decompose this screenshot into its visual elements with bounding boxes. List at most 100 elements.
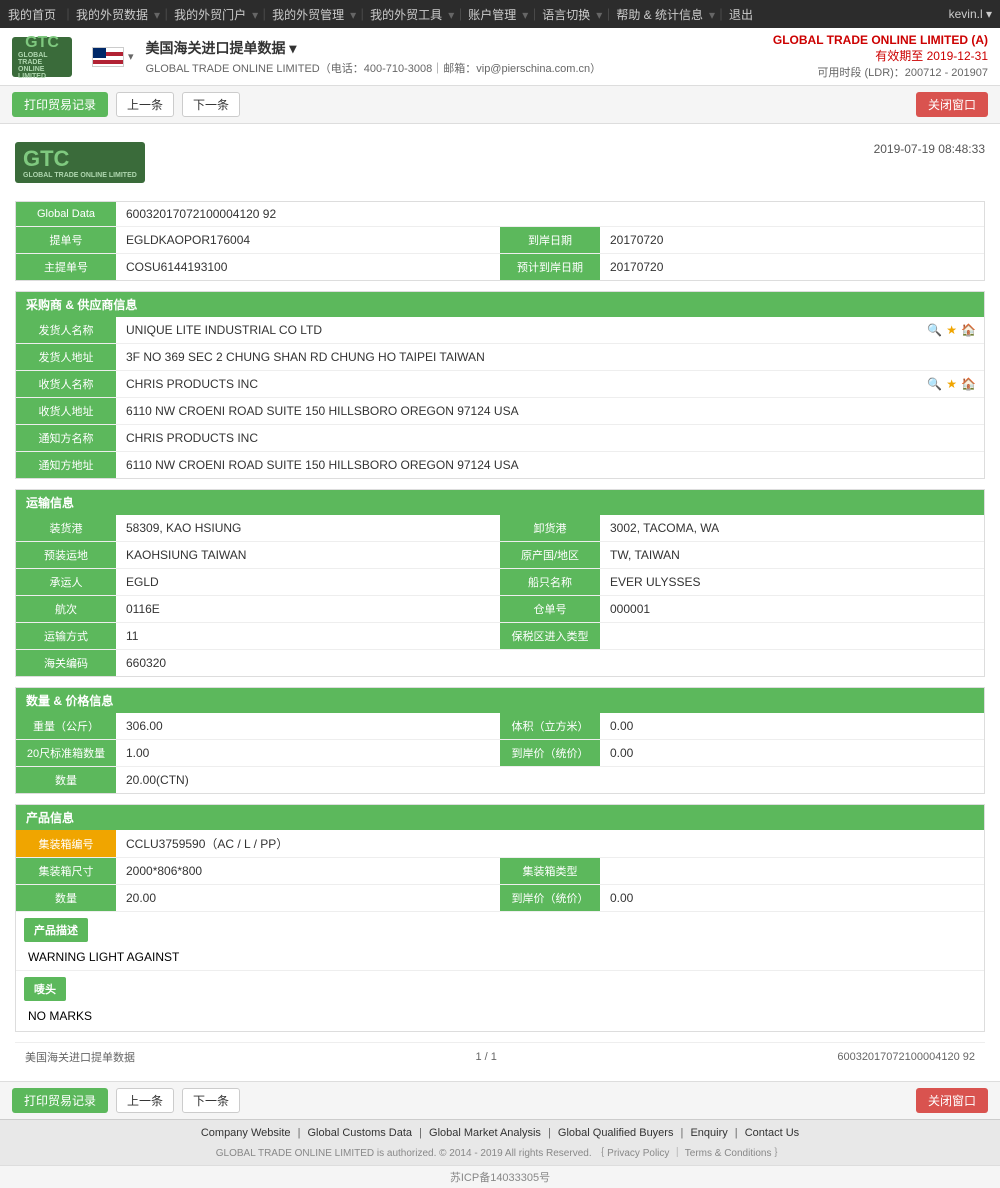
preloading-row: 预装运地 KAOHSIUNG TAIWAN 原产国/地区 TW, TAIWAN	[16, 542, 984, 569]
estimated-arrival-label: 预计到岸日期	[500, 254, 600, 280]
shipper-addr-value: 3F NO 369 SEC 2 CHUNG SHAN RD CHUNG HO T…	[116, 344, 984, 370]
carrier-row: 承运人 EGLD 船只名称 EVER ULYSSES	[16, 569, 984, 596]
global-data-row: Global Data 60032017072100004120 92	[16, 202, 984, 227]
notify-name-value: CHRIS PRODUCTS INC	[116, 425, 984, 451]
container-no-label: 仓单号	[500, 596, 600, 622]
weight-row: 重量（公斤） 306.00 体积（立方米） 0.00	[16, 713, 984, 740]
preloading-label: 预装运地	[16, 542, 116, 568]
notify-addr-label: 通知方地址	[16, 452, 116, 478]
nav-portal[interactable]: 我的外贸门户	[174, 6, 246, 23]
consignee-addr-value: 6110 NW CROENI ROAD SUITE 150 HILLSBORO …	[116, 398, 984, 424]
print-button-bottom[interactable]: 打印贸易记录	[12, 1088, 108, 1113]
carrier-value: EGLD	[116, 569, 500, 595]
quantity-label: 数量	[16, 767, 116, 793]
footer-links: Company Website | Global Customs Data | …	[0, 1124, 1000, 1142]
page-header: GTC GLOBAL TRADEONLINE LIMITED ▾ 美国海关进口提…	[0, 28, 1000, 86]
shipper-addr-label: 发货人地址	[16, 344, 116, 370]
estimated-arrival-value: 20170720	[600, 254, 984, 280]
weight-value: 306.00	[116, 713, 500, 739]
loading-port-value: 58309, KAO HSIUNG	[116, 515, 500, 541]
customs-value: 660320	[116, 650, 984, 676]
footer-link-market[interactable]: Global Market Analysis	[429, 1127, 541, 1139]
user-info[interactable]: kevin.l ▾	[949, 7, 992, 21]
footer-link-company[interactable]: Company Website	[201, 1127, 291, 1139]
next-button-bottom[interactable]: 下一条	[182, 1088, 240, 1113]
search-icon-2[interactable]: 🔍	[927, 377, 942, 391]
consignee-icons: 🔍 ★ 🏠	[927, 371, 984, 397]
nav-logout[interactable]: 退出	[729, 6, 753, 23]
us-flag	[92, 47, 124, 67]
period-info: 可用时段 (LDR)：200712 - 201907	[773, 64, 988, 80]
arrival-date-value: 20170720	[600, 227, 984, 253]
header-title-area: 美国海关进口提单数据 ▾ GLOBAL TRADE ONLINE LIMITED…	[146, 38, 773, 76]
nav-trade-data[interactable]: 我的外贸数据	[76, 6, 148, 23]
dest-price-label: 到岸价（统价）	[500, 740, 600, 766]
nav-language[interactable]: 语言切换	[542, 6, 590, 23]
prev-button-bottom[interactable]: 上一条	[116, 1088, 174, 1113]
footer-link-buyers[interactable]: Global Qualified Buyers	[558, 1127, 674, 1139]
nav-help[interactable]: 帮助 & 统计信息	[616, 6, 703, 23]
pagination-source: 美国海关进口提单数据	[25, 1049, 135, 1065]
close-button[interactable]: 关闭窗口	[916, 92, 988, 117]
vessel-label: 船只名称	[500, 569, 600, 595]
footer-link-enquiry[interactable]: Enquiry	[690, 1127, 727, 1139]
bonded-label: 保税区进入类型	[500, 623, 600, 649]
product-dest-price-value: 0.00	[600, 885, 984, 911]
origin-value: TW, TAIWAN	[600, 542, 984, 568]
container-no-product-row: 集装箱编号 CCLU3759590（AC / L / PP）	[16, 830, 984, 858]
print-button[interactable]: 打印贸易记录	[12, 92, 108, 117]
star-icon[interactable]: ★	[946, 323, 957, 337]
pagination-record: 60032017072100004120 92	[837, 1051, 975, 1063]
star-icon-2[interactable]: ★	[946, 377, 957, 391]
account-info: GLOBAL TRADE ONLINE LIMITED (A) 有效期至 201…	[773, 33, 988, 80]
prev-button[interactable]: 上一条	[116, 92, 174, 117]
container-type-label: 集装箱类型	[500, 858, 600, 884]
brand-name: GLOBAL TRADE ONLINE LIMITED (A)	[773, 33, 988, 47]
marks-row: 唛头 NO MARKS	[16, 971, 984, 1031]
top-navigation: 我的首页 ｜ 我的外贸数据 ▾｜ 我的外贸门户 ▾｜ 我的外贸管理 ▾｜ 我的外…	[0, 0, 1000, 28]
top-toolbar: 打印贸易记录 上一条 下一条 关闭窗口	[0, 86, 1000, 124]
home-icon-2[interactable]: 🏠	[961, 377, 976, 391]
marks-value: NO MARKS	[16, 1005, 984, 1031]
home-icon[interactable]: 🏠	[961, 323, 976, 337]
quantity-section-header: 数量 & 价格信息	[16, 688, 984, 713]
shipper-section-header: 采购商 & 供应商信息	[16, 292, 984, 317]
nav-management[interactable]: 我的外贸管理	[272, 6, 344, 23]
transport-mode-row: 运输方式 11 保税区进入类型	[16, 623, 984, 650]
global-data-value: 60032017072100004120 92	[116, 202, 984, 226]
quantity-row: 数量 20.00(CTN)	[16, 767, 984, 793]
page-subtitle: GLOBAL TRADE ONLINE LIMITED（电话：400-710-3…	[146, 60, 773, 76]
loading-port-label: 装货港	[16, 515, 116, 541]
flag-area: ▾	[92, 47, 134, 67]
master-bill-value: COSU6144193100	[116, 254, 500, 280]
footer-link-contact[interactable]: Contact Us	[745, 1127, 799, 1139]
document-header: GTC GLOBAL TRADE ONLINE LIMITED 2019-07-…	[15, 134, 985, 191]
bonded-value	[600, 623, 984, 649]
close-button-bottom[interactable]: 关闭窗口	[916, 1088, 988, 1113]
quantity-value: 20.00(CTN)	[116, 767, 984, 793]
origin-label: 原产国/地区	[500, 542, 600, 568]
consignee-name-label: 收货人名称	[16, 371, 116, 397]
ports-row: 装货港 58309, KAO HSIUNG 卸货港 3002, TACOMA, …	[16, 515, 984, 542]
product-desc-label: 产品描述	[24, 918, 88, 942]
validity-date: 有效期至 2019-12-31	[773, 47, 988, 64]
transport-section-header: 运输信息	[16, 490, 984, 515]
product-desc-value: WARNING LIGHT AGAINST	[16, 946, 984, 970]
container-size-label: 集装箱尺寸	[16, 858, 116, 884]
voyage-label: 航次	[16, 596, 116, 622]
footer-link-customs[interactable]: Global Customs Data	[308, 1127, 413, 1139]
container-size-row: 集装箱尺寸 2000*806*800 集装箱类型	[16, 858, 984, 885]
logo-area: GTC GLOBAL TRADEONLINE LIMITED	[12, 37, 72, 77]
weight-label: 重量（公斤）	[16, 713, 116, 739]
global-data-section: Global Data 60032017072100004120 92 提单号 …	[15, 201, 985, 281]
search-icon[interactable]: 🔍	[927, 323, 942, 337]
quantity-section: 数量 & 价格信息 重量（公斤） 306.00 体积（立方米） 0.00 20尺…	[15, 687, 985, 794]
nav-home[interactable]: 我的首页	[8, 6, 56, 23]
nav-account[interactable]: 账户管理	[468, 6, 516, 23]
footer-copyright: GLOBAL TRADE ONLINE LIMITED is authorize…	[0, 1142, 1000, 1161]
marks-label: 唛头	[24, 977, 66, 1001]
nav-tools[interactable]: 我的外贸工具	[370, 6, 442, 23]
next-button[interactable]: 下一条	[182, 92, 240, 117]
product-quantity-label: 数量	[16, 885, 116, 911]
logo: GTC GLOBAL TRADEONLINE LIMITED	[12, 37, 72, 77]
